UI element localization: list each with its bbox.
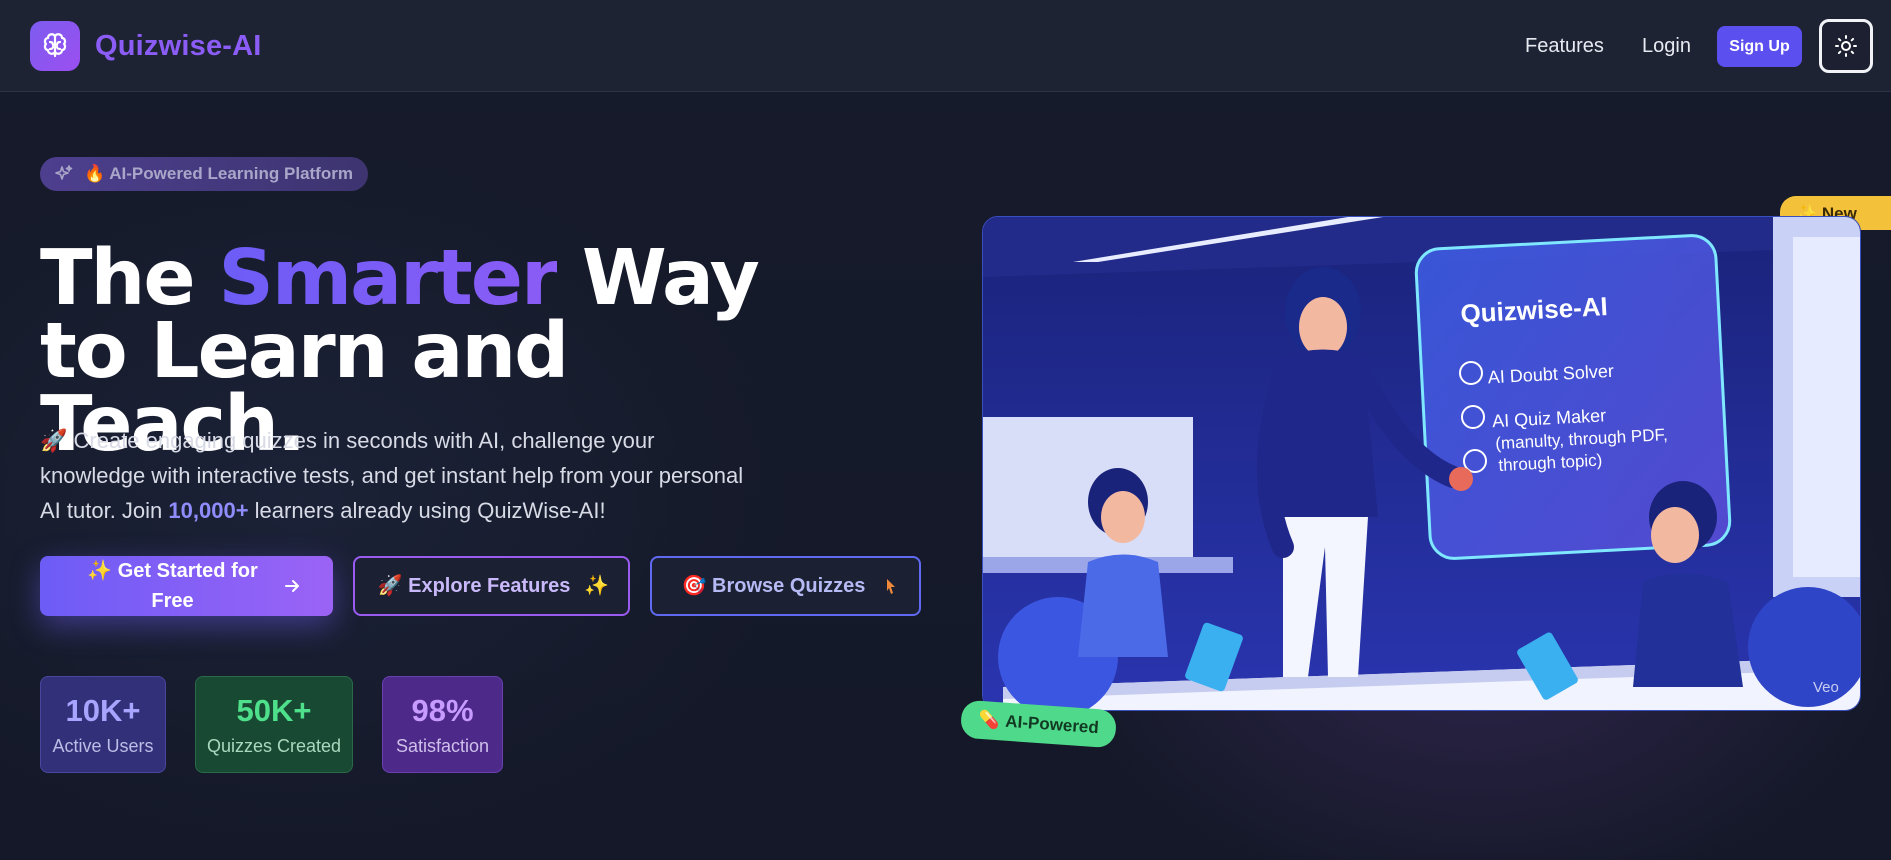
hero-description: 🚀 Create engaging quizzes in seconds wit…	[40, 423, 760, 528]
pointer-icon	[886, 579, 895, 594]
sparkles-icon	[55, 165, 73, 180]
nav-link-features[interactable]: Features	[1525, 35, 1604, 58]
stat-value: 10K+	[65, 692, 141, 728]
stat-value: 50K+	[236, 692, 312, 728]
stat-label: Satisfaction	[395, 735, 490, 756]
sun-icon	[1835, 35, 1857, 57]
explore-features-button[interactable]: 🚀 Explore Features ✨	[353, 556, 630, 616]
desc-post: learners already using QuizWise-AI!	[248, 498, 606, 523]
navbar: Quizwise-AI Features Login Sign Up	[0, 0, 1891, 92]
veo-watermark: Veo	[1813, 679, 1839, 696]
brand-name[interactable]: Quizwise-AI	[95, 30, 262, 63]
theme-toggle-button[interactable]	[1819, 19, 1873, 73]
get-started-button[interactable]: ✨ Get Started for Free	[40, 556, 333, 616]
page: Quizwise-AI Features Login Sign Up 🔥 AI-…	[0, 0, 1891, 860]
get-started-label: ✨ Get Started for Free	[87, 560, 258, 612]
stat-active-users: 10K+ Active Users	[40, 676, 166, 773]
sparkles-icon: ✨	[584, 575, 609, 597]
pill-icon: 💊	[977, 709, 1001, 731]
platform-badge: 🔥 AI-Powered Learning Platform	[40, 157, 368, 191]
browse-quizzes-label: 🎯 Browse Quizzes	[681, 575, 866, 597]
stat-value: 98%	[411, 692, 474, 728]
explore-features-label: 🚀 Explore Features	[377, 575, 571, 597]
hero-illustration: Quizwise-AI AI Doubt Solver AI Quiz Make…	[982, 216, 1861, 711]
stat-label: Active Users	[52, 735, 154, 756]
browse-quizzes-button[interactable]: 🎯 Browse Quizzes	[650, 556, 921, 616]
nav-link-login[interactable]: Login	[1642, 35, 1691, 58]
desc-highlight: 10,000+	[168, 498, 249, 523]
arrow-right-icon	[284, 580, 299, 592]
signup-button[interactable]: Sign Up	[1717, 26, 1802, 67]
brain-logo-icon[interactable]	[30, 21, 80, 71]
stat-quizzes-created: 50K+ Quizzes Created	[195, 676, 353, 773]
badge-text: 🔥 AI-Powered Learning Platform	[84, 164, 353, 183]
stat-satisfaction: 98% Satisfaction	[382, 676, 503, 773]
stat-label: Quizzes Created	[206, 735, 342, 756]
ai-pill-label: AI-Powered	[1004, 711, 1100, 738]
